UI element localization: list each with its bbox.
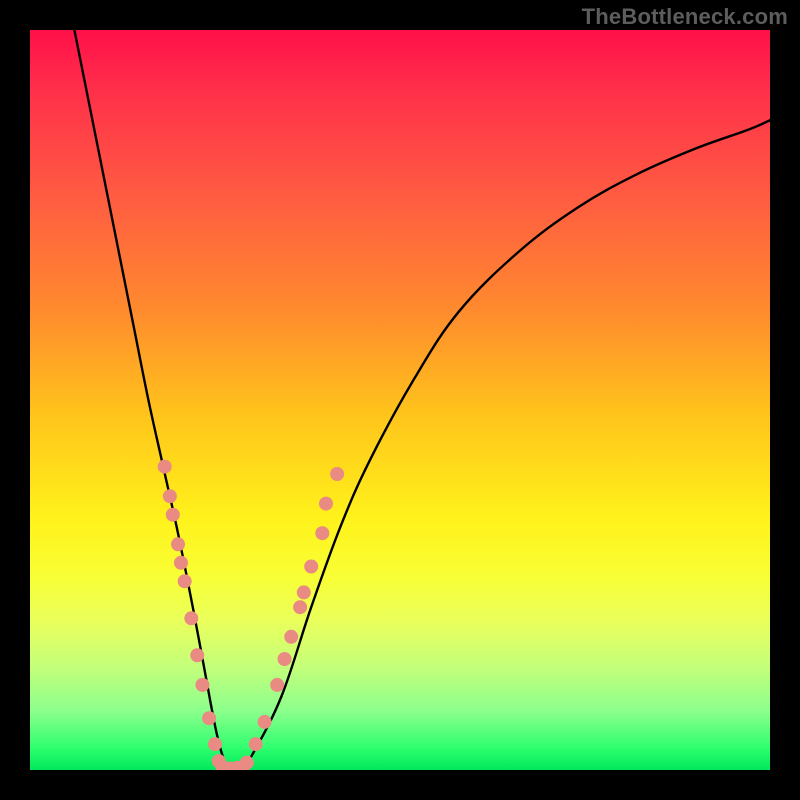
- data-marker: [208, 737, 222, 751]
- data-marker: [190, 648, 204, 662]
- data-marker: [315, 526, 329, 540]
- data-marker: [293, 600, 307, 614]
- chart-svg: [30, 30, 770, 770]
- data-marker: [270, 678, 284, 692]
- data-marker: [240, 756, 254, 770]
- plot-area: [30, 30, 770, 770]
- data-marker: [184, 611, 198, 625]
- data-marker: [202, 711, 216, 725]
- data-marker: [249, 737, 263, 751]
- chart-frame: TheBottleneck.com: [0, 0, 800, 800]
- data-marker: [178, 574, 192, 588]
- data-marker: [297, 585, 311, 599]
- watermark-text: TheBottleneck.com: [582, 4, 788, 30]
- data-marker: [174, 556, 188, 570]
- data-marker: [195, 678, 209, 692]
- data-marker: [284, 630, 298, 644]
- data-marker: [278, 652, 292, 666]
- data-marker: [319, 497, 333, 511]
- data-marker: [258, 715, 272, 729]
- curve-path: [74, 30, 770, 770]
- data-marker: [330, 467, 344, 481]
- data-marker: [171, 537, 185, 551]
- data-marker: [158, 460, 172, 474]
- marker-group: [158, 460, 344, 770]
- data-marker: [166, 508, 180, 522]
- data-marker: [304, 560, 318, 574]
- data-marker: [163, 489, 177, 503]
